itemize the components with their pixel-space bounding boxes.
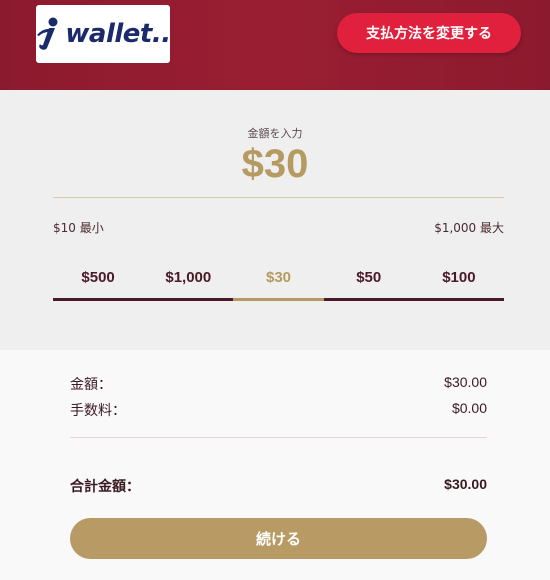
change-payment-method-button[interactable]: 支払方法を変更する xyxy=(337,13,521,53)
preset-100-button[interactable]: $100 xyxy=(413,257,505,301)
fee-row-value: $0.00 xyxy=(451,400,487,416)
total-row-label: 合計金額： xyxy=(70,479,140,495)
iwallet-logo: wallet.. xyxy=(35,5,171,63)
preset-50-button[interactable]: $50 xyxy=(323,257,414,301)
continue-button[interactable]: 続ける xyxy=(70,518,487,559)
fee-row-label: 手数料： xyxy=(70,403,126,419)
preset-1000-button[interactable]: $1,000 xyxy=(143,257,234,301)
header-bar: wallet.. 支払方法を変更する xyxy=(0,0,550,90)
amount-input-underline xyxy=(53,197,504,198)
enter-amount-label: 金額を入力 xyxy=(247,127,303,140)
logo-wordmark: wallet.. xyxy=(35,17,171,51)
summary-section: 金額： $30.00 手数料： $0.00 合計金額： $30.00 続ける xyxy=(0,350,550,580)
fee-row: 手数料： $0.00 xyxy=(70,400,487,420)
amount-row-value: $30.00 xyxy=(444,374,487,390)
min-amount-label: $10 最小 xyxy=(53,221,104,235)
total-row: 合計金額： $30.00 xyxy=(70,476,487,496)
logo-text: wallet.. xyxy=(65,19,171,49)
summary-divider xyxy=(70,437,487,438)
preset-500-button[interactable]: $500 xyxy=(53,257,144,301)
amount-presets: $500 $1,000 $30 $50 $100 xyxy=(53,257,505,301)
iwallet-i-icon xyxy=(37,17,58,50)
total-row-value: $30.00 xyxy=(444,476,487,492)
preset-30-button[interactable]: $30 xyxy=(233,257,324,301)
max-amount-label: $1,000 最大 xyxy=(434,221,504,235)
amount-entry-section: 金額を入力 $30 $10 最小 $1,000 最大 $500 $1,000 $… xyxy=(0,90,550,350)
amount-input[interactable]: $30 xyxy=(0,142,550,187)
amount-row: 金額： $30.00 xyxy=(70,374,487,394)
amount-row-label: 金額： xyxy=(70,377,112,393)
